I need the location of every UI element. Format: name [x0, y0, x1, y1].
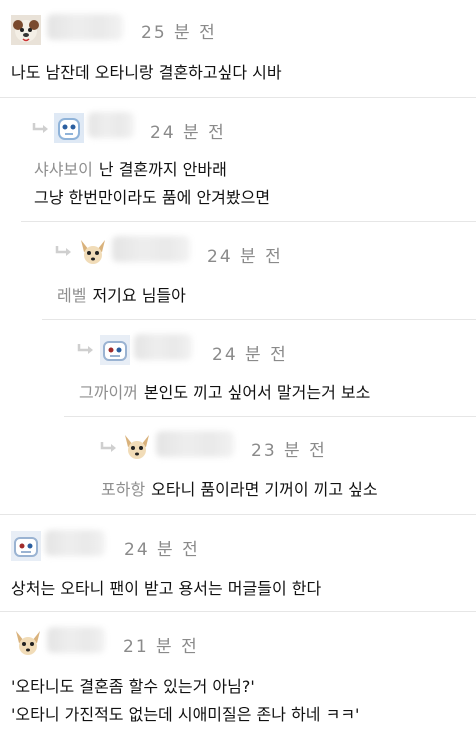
- mention[interactable]: 그까이꺼: [79, 383, 138, 402]
- comment-text: 포하항 오타니 품이라면 기꺼이 끼고 싶소: [101, 480, 378, 499]
- divider: [0, 97, 476, 98]
- blue-robot-avatar[interactable]: [54, 113, 84, 143]
- comment-text: 레벨 저기요 님들아: [57, 286, 186, 305]
- username[interactable]: [47, 14, 123, 40]
- comment-text: '오타니도 결혼좀 할수 있는거 아님?': [11, 677, 255, 696]
- timestamp: 21 분 전: [123, 637, 199, 657]
- white-robot-avatar[interactable]: [11, 531, 41, 561]
- chihuahua-avatar[interactable]: [122, 432, 152, 462]
- username[interactable]: [47, 627, 105, 653]
- reply-arrow-icon: [100, 441, 118, 455]
- reply-arrow-icon: [55, 245, 73, 259]
- mention[interactable]: 포하항: [101, 480, 145, 499]
- username[interactable]: [112, 236, 190, 262]
- username[interactable]: [156, 431, 234, 457]
- comment-text: 상처는 오타니 팬이 받고 용서는 머글들이 한다: [11, 579, 322, 598]
- comment-text: 그까이꺼 본인도 끼고 싶어서 말거는거 보소: [79, 383, 371, 402]
- comment-text: 그냥 한번만이라도 품에 안겨봤으면: [34, 188, 271, 207]
- chihuahua-avatar[interactable]: [13, 628, 43, 658]
- timestamp: 23 분 전: [251, 441, 327, 461]
- divider: [64, 416, 476, 417]
- timestamp: 24 분 전: [207, 247, 283, 267]
- poodle-avatar[interactable]: [11, 15, 41, 45]
- mention[interactable]: 레벨: [57, 286, 86, 305]
- reply-arrow-icon: [32, 122, 50, 136]
- username[interactable]: [134, 334, 192, 360]
- timestamp: 24 분 전: [124, 540, 200, 560]
- comment-text: 샤샤보이 난 결혼까지 안바래: [34, 160, 227, 179]
- timestamp: 25 분 전: [141, 23, 217, 43]
- divider: [0, 611, 476, 612]
- divider: [21, 221, 476, 222]
- mention[interactable]: 샤샤보이: [34, 160, 93, 179]
- comment-text: 나도 남잔데 오타니랑 결혼하고싶다 시바: [11, 63, 282, 82]
- divider: [0, 514, 476, 515]
- chihuahua-avatar[interactable]: [78, 237, 108, 267]
- username[interactable]: [45, 530, 105, 556]
- timestamp: 24 분 전: [150, 123, 226, 143]
- white-robot-avatar[interactable]: [100, 335, 130, 365]
- comment-text: '오타니 가진적도 없는데 시애미질은 존나 하네 ㅋㅋ': [11, 705, 360, 724]
- username[interactable]: [88, 112, 134, 138]
- timestamp: 24 분 전: [212, 345, 288, 365]
- divider: [42, 319, 476, 320]
- reply-arrow-icon: [77, 343, 95, 357]
